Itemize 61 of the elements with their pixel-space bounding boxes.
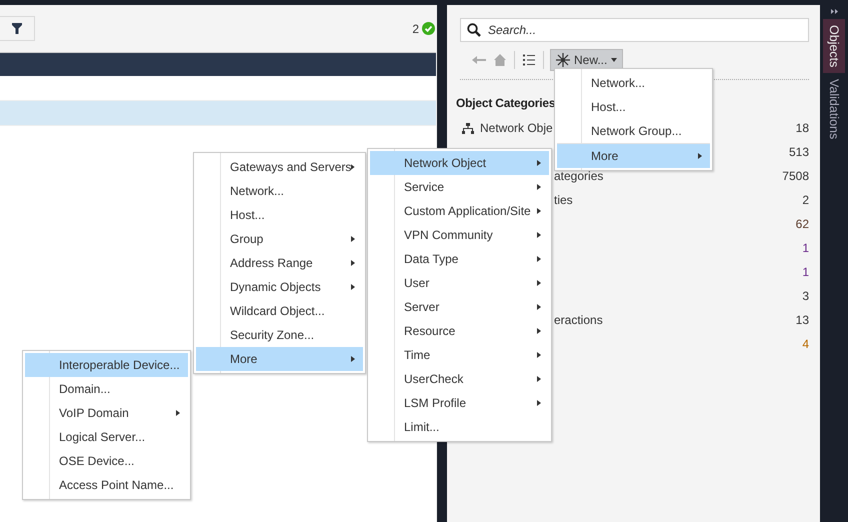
list-view-button[interactable]	[523, 54, 535, 66]
menu-item[interactable]: OSE Device...	[25, 449, 188, 473]
category-label[interactable]: ategories	[554, 169, 604, 183]
menu-item[interactable]: Interoperable Device...	[25, 353, 188, 377]
caret-icon	[611, 58, 618, 62]
menu-item[interactable]: LSM Profile	[370, 391, 549, 415]
menu-item[interactable]: VoIP Domain	[25, 401, 188, 425]
home-button[interactable]	[494, 54, 506, 66]
table-row[interactable]	[0, 101, 436, 126]
status-count: 2	[412, 22, 419, 36]
category-count: 4	[802, 337, 809, 351]
category-label[interactable]: Network Obje	[480, 121, 553, 135]
category-count: 62	[796, 217, 809, 231]
menu-item[interactable]: Service	[370, 175, 549, 199]
category-count: 1	[802, 241, 809, 255]
category-count: 3	[802, 289, 809, 303]
menu-item[interactable]: UserCheck	[370, 367, 549, 391]
category-count: 13	[796, 313, 809, 327]
menu-item[interactable]: Domain...	[25, 377, 188, 401]
search-field[interactable]: Search...	[460, 18, 809, 42]
category-count: 2	[802, 193, 809, 207]
menu-item[interactable]: More	[196, 347, 363, 371]
category-count: 7508	[782, 169, 809, 183]
back-button[interactable]	[472, 55, 486, 65]
category-count: 18	[796, 121, 809, 135]
menu-item[interactable]: Host...	[557, 95, 710, 119]
menu-item[interactable]: Security Zone...	[196, 323, 363, 347]
menu-item[interactable]: Network Group...	[557, 119, 710, 143]
menu-item[interactable]: Logical Server...	[25, 425, 188, 449]
menu-item[interactable]: User	[370, 271, 549, 295]
category-label[interactable]: eractions	[554, 313, 603, 327]
menu-item[interactable]: Gateways and Servers	[196, 155, 363, 179]
menu-item[interactable]: Address Range	[196, 251, 363, 275]
asterisk-icon	[556, 53, 570, 67]
menu-item[interactable]: Network Object	[370, 151, 549, 175]
menu-item[interactable]: Limit...	[370, 415, 549, 439]
category-count: 1	[802, 265, 809, 279]
filter-icon	[12, 23, 22, 34]
menu-item[interactable]: Group	[196, 227, 363, 251]
category-count: 513	[788, 145, 809, 159]
side-tab[interactable]: Objects	[823, 19, 845, 74]
menu-item[interactable]: Server	[370, 295, 549, 319]
menu-item[interactable]: Data Type	[370, 247, 549, 271]
network-icon	[462, 122, 474, 134]
category-label[interactable]: ties	[554, 193, 573, 207]
side-tab[interactable]: Validations	[823, 73, 845, 146]
menu-item[interactable]: Network...	[557, 71, 710, 95]
menu-item[interactable]: Resource	[370, 319, 549, 343]
menu-item[interactable]: Access Point Name...	[25, 473, 188, 497]
section-title: Object Categories	[456, 96, 556, 110]
search-icon	[467, 23, 481, 37]
filter-button[interactable]	[0, 16, 35, 41]
menu-item[interactable]: Custom Application/Site	[370, 199, 549, 223]
menu-item[interactable]: Network...	[196, 179, 363, 203]
menu-item[interactable]: Time	[370, 343, 549, 367]
menu-item[interactable]: VPN Community	[370, 223, 549, 247]
menu-item[interactable]: More	[557, 143, 710, 168]
expand-icon[interactable]	[830, 9, 838, 14]
menu-item[interactable]: Host...	[196, 203, 363, 227]
menu-item[interactable]: Wildcard Object...	[196, 299, 363, 323]
menu-item[interactable]: Dynamic Objects	[196, 275, 363, 299]
